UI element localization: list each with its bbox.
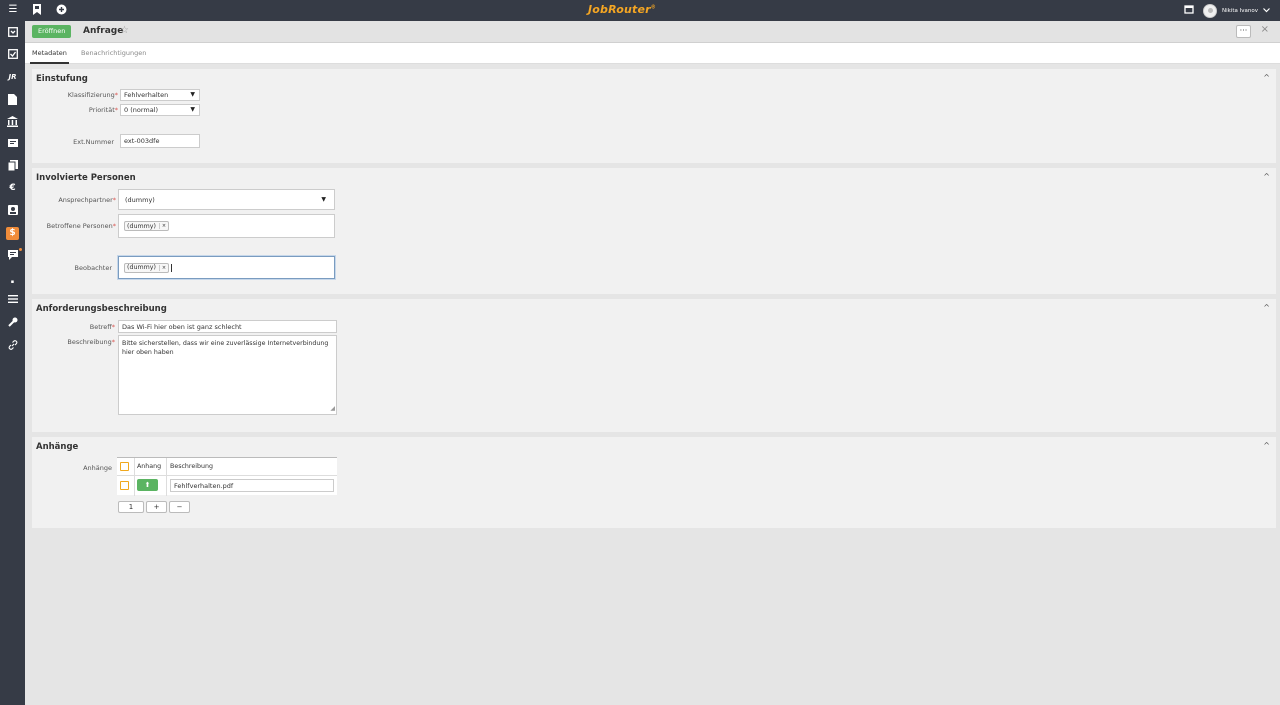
link-icon[interactable] <box>6 340 19 353</box>
list-icon[interactable] <box>6 295 19 308</box>
copy-icon[interactable] <box>6 160 19 173</box>
klassifizierung-label: Klassifizierung* <box>67 91 118 99</box>
tab-benachrichtigungen[interactable]: Benachrichtigungen <box>81 49 146 57</box>
bank-icon[interactable] <box>6 116 19 129</box>
star-icon[interactable]: ☆ <box>120 25 129 36</box>
form-icon[interactable] <box>6 138 19 151</box>
klassifizierung-select[interactable]: Fehlverhalten ▼ <box>120 89 200 101</box>
collapse-icon[interactable]: ^ <box>1263 303 1270 312</box>
tab-metadaten[interactable]: Metadaten <box>30 49 69 64</box>
beschreibung-label: Beschreibung* <box>67 338 115 346</box>
inbox-icon[interactable] <box>6 27 19 40</box>
upload-button[interactable]: ⬆ <box>137 479 158 491</box>
resize-handle-icon[interactable]: ◢ <box>330 404 335 413</box>
bookmark-icon[interactable] <box>31 4 43 16</box>
beobachter-input[interactable]: (dummy) × <box>118 256 335 279</box>
more-button[interactable]: ··· <box>1236 25 1251 38</box>
column-header-beschreibung: Beschreibung <box>170 463 213 470</box>
extnummer-label: Ext.Nummer <box>73 138 114 146</box>
beobachter-label: Beobachter <box>74 264 112 272</box>
signal-icon[interactable]: ▪ <box>6 276 19 289</box>
user-menu[interactable]: Nikita Ivanov <box>1203 3 1270 18</box>
section-anhaenge: Anhänge ^ Anhänge Anhang Beschreibung ⬆ … <box>32 437 1276 528</box>
section-anforderungsbeschreibung: Anforderungsbeschreibung ^ Betreff* Das … <box>32 299 1276 432</box>
brand-logo: JobRouter® <box>588 3 656 16</box>
extnummer-input[interactable]: ext-003dfe <box>120 134 200 148</box>
collapse-icon[interactable]: ^ <box>1263 73 1270 82</box>
user-name: Nikita Ivanov <box>1222 7 1258 14</box>
menu-icon[interactable]: ☰ <box>7 4 19 16</box>
section-title: Einstufung <box>36 74 88 84</box>
column-header-anhang: Anhang <box>137 463 162 470</box>
ansprechpartner-select[interactable]: (dummy) ▼ <box>118 189 335 210</box>
calendar-icon[interactable] <box>1183 4 1195 16</box>
section-title: Anforderungsbeschreibung <box>36 304 167 314</box>
select-all-checkbox[interactable] <box>120 462 129 471</box>
open-button[interactable]: Eröffnen <box>32 25 72 38</box>
contact-icon[interactable] <box>6 205 19 218</box>
plus-circle-icon[interactable] <box>55 4 67 16</box>
avatar <box>1203 3 1218 18</box>
process-header: Eröffnen Anfrage ☆ ··· × <box>25 21 1280 43</box>
add-row-button[interactable]: + <box>146 501 167 513</box>
beschreibung-textarea[interactable]: Bitte sicherstellen, dass wir eine zuver… <box>118 335 337 415</box>
section-title: Involvierte Personen <box>36 173 136 183</box>
person-tag: (dummy) × <box>124 262 170 273</box>
ansprechpartner-label: Ansprechpartner* <box>58 196 116 204</box>
prioritaet-label: Priorität* <box>88 106 118 114</box>
attachments-table: Anhang Beschreibung ⬆ Fehlfverhalten.pdf <box>117 457 337 496</box>
wrench-icon[interactable] <box>6 317 19 330</box>
euro-icon[interactable]: € <box>6 182 19 195</box>
check-box-icon[interactable] <box>6 49 19 62</box>
top-bar: ☰ JobRouter® Nikita Ivanov <box>0 0 1280 21</box>
remove-tag-icon[interactable]: × <box>158 223 166 229</box>
text-cursor <box>171 263 173 272</box>
close-icon[interactable]: × <box>1261 24 1269 35</box>
document-icon[interactable] <box>6 94 19 107</box>
betreff-input[interactable]: Das Wi-Fi hier oben ist ganz schlecht <box>118 320 337 333</box>
betreff-label: Betreff* <box>89 323 115 331</box>
notification-dot <box>19 248 22 251</box>
anhaenge-label: Anhänge <box>83 464 112 472</box>
tab-bar: Metadaten Benachrichtigungen <box>25 43 1280 64</box>
person-tag: (dummy) × <box>124 221 170 231</box>
collapse-icon[interactable]: ^ <box>1263 441 1270 450</box>
remove-tag-icon[interactable]: × <box>158 264 166 271</box>
prioritaet-select[interactable]: 0 (normal) ▼ <box>120 104 200 116</box>
row-checkbox[interactable] <box>120 481 129 490</box>
chevron-down-icon <box>1263 8 1270 13</box>
dollar-icon[interactable]: $ <box>6 227 19 240</box>
jr-logo-icon[interactable]: JR <box>6 71 19 84</box>
collapse-icon[interactable]: ^ <box>1263 172 1270 181</box>
comment-icon[interactable] <box>6 250 19 263</box>
section-involvierte-personen: Involvierte Personen ^ Ansprechpartner* … <box>32 168 1276 294</box>
attachment-description-input[interactable]: Fehlfverhalten.pdf <box>170 479 334 492</box>
page-title: Anfrage <box>83 26 124 36</box>
section-title: Anhänge <box>36 442 79 452</box>
remove-row-button[interactable]: − <box>169 501 190 513</box>
section-einstufung: Einstufung ^ Klassifizierung* Fehlverhal… <box>32 69 1276 163</box>
betroffene-personen-label: Betroffene Personen* <box>46 222 116 230</box>
betroffene-personen-input[interactable]: (dummy) × <box>118 214 335 238</box>
left-rail: JR € $ ▪ <box>0 21 25 705</box>
row-count-field[interactable]: 1 <box>118 501 144 513</box>
